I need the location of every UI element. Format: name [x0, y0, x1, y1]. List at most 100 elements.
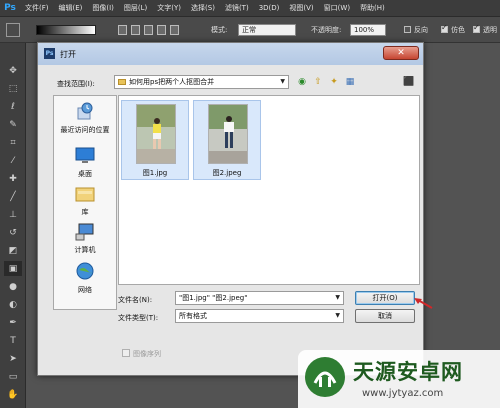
watermark: 天源安卓网 www.jytyaz.com [298, 350, 500, 408]
tool-panel: ✥ ⬚ ℓ ✎ ⌗ ⁄ ✚ ╱ ⊥ ↺ ◩ ▣ ● ◐ ✒ T ➤ ▭ ✋ [0, 43, 26, 408]
healing-brush-tool-icon[interactable]: ✚ [4, 171, 22, 186]
angle-gradient-button[interactable] [144, 25, 153, 35]
reverse-label: 反向 [414, 26, 428, 34]
file-thumbnail [136, 104, 176, 164]
dialog-titlebar[interactable]: Ps 打开 ✕ [38, 43, 423, 65]
folder-icon [118, 79, 126, 85]
eraser-tool-icon[interactable]: ◩ [4, 243, 22, 258]
cancel-button[interactable]: 取消 [355, 309, 415, 323]
watermark-url: www.jytyaz.com [362, 388, 444, 399]
dodge-tool-icon[interactable]: ◐ [4, 297, 22, 312]
dither-checkbox[interactable] [441, 23, 448, 33]
menu-image[interactable]: 图像(I) [87, 3, 119, 13]
place-library[interactable]: 库 [54, 184, 116, 217]
path-select-tool-icon[interactable]: ➤ [4, 351, 22, 366]
close-icon: ✕ [397, 48, 405, 58]
computer-icon [74, 222, 96, 242]
menu-bar: Ps 文件(F) 编辑(E) 图像(I) 图层(L) 文字(Y) 选择(S) 滤… [0, 0, 500, 17]
file-name: 图2.jpeg [212, 169, 242, 177]
file-thumbnail [208, 104, 248, 164]
file-list: 图1.jpg 图2.jpeg [118, 95, 420, 285]
reflected-gradient-button[interactable] [157, 25, 166, 35]
file-item[interactable]: 图1.jpg [121, 100, 189, 180]
watermark-logo-icon [305, 357, 345, 397]
place-label: 最近访问的位置 [60, 126, 110, 134]
place-recent[interactable]: 最近访问的位置 [54, 102, 116, 135]
photoshop-logo: Ps [4, 3, 16, 13]
filetype-label: 文件类型(T): [118, 314, 159, 322]
menu-view[interactable]: 视图(V) [284, 3, 318, 13]
filename-value: "图1.jpg" "图2.jpeg" [179, 294, 248, 302]
shape-tool-icon[interactable]: ▭ [4, 369, 22, 384]
hand-tool-icon[interactable]: ✋ [4, 387, 22, 402]
look-in-label: 查找范围(I): [57, 80, 95, 88]
gradient-tool-preset-icon[interactable] [6, 23, 20, 37]
menu-window[interactable]: 窗口(W) [319, 3, 355, 13]
opacity-value: 100% [354, 26, 375, 34]
menu-filter[interactable]: 滤镜(T) [220, 3, 254, 13]
view-menu-icon[interactable]: ▦ [344, 76, 356, 88]
clone-stamp-tool-icon[interactable]: ⊥ [4, 207, 22, 222]
history-brush-tool-icon[interactable]: ↺ [4, 225, 22, 240]
pen-tool-icon[interactable]: ✒ [4, 315, 22, 330]
filetype-value: 所有格式 [179, 312, 207, 320]
chevron-down-icon: ▼ [280, 78, 285, 85]
eyedropper-tool-icon[interactable]: ⁄ [4, 153, 22, 168]
mode-select[interactable]: 正常 [238, 24, 296, 36]
place-desktop[interactable]: 桌面 [54, 146, 116, 179]
menu-select[interactable]: 选择(S) [186, 3, 220, 13]
menu-type[interactable]: 文字(Y) [152, 3, 186, 13]
places-bar: 最近访问的位置 桌面 库 计算机 网络 [53, 95, 117, 310]
look-in-select[interactable]: 如何用ps把两个人抠图合并 ▼ [114, 75, 289, 89]
close-button[interactable]: ✕ [383, 46, 419, 60]
linear-gradient-button[interactable] [118, 25, 127, 35]
move-tool-icon[interactable]: ✥ [4, 63, 22, 78]
quick-select-tool-icon[interactable]: ✎ [4, 117, 22, 132]
chevron-down-icon: ▼ [335, 312, 340, 319]
filetype-select[interactable]: 所有格式 ▼ [175, 309, 344, 323]
opacity-input[interactable]: 100% [350, 24, 386, 36]
menu-3d[interactable]: 3D(D) [254, 4, 285, 12]
blur-tool-icon[interactable]: ● [4, 279, 22, 294]
menu-help[interactable]: 帮助(H) [355, 3, 390, 13]
network-icon [74, 262, 96, 282]
place-computer[interactable]: 计算机 [54, 222, 116, 255]
mode-label: 模式: [211, 26, 228, 34]
type-tool-icon[interactable]: T [4, 333, 22, 348]
diamond-gradient-button[interactable] [170, 25, 179, 35]
place-label: 桌面 [78, 170, 92, 178]
marquee-tool-icon[interactable]: ⬚ [4, 81, 22, 96]
library-icon [74, 184, 96, 204]
open-button[interactable]: 打开(O) [355, 291, 415, 305]
menu-file[interactable]: 文件(F) [20, 3, 54, 13]
menu-layer[interactable]: 图层(L) [119, 3, 152, 13]
mode-value: 正常 [242, 26, 256, 34]
crop-tool-icon[interactable]: ⌗ [4, 135, 22, 150]
open-dialog: Ps 打开 ✕ 查找范围(I): 如何用ps把两个人抠图合并 ▼ ◉ ⇧ ✦ ▦… [37, 42, 424, 376]
lasso-tool-icon[interactable]: ℓ [4, 99, 22, 114]
up-folder-icon[interactable]: ⇧ [312, 76, 324, 88]
transparency-checkbox[interactable] [473, 23, 480, 33]
look-in-value: 如何用ps把两个人抠图合并 [129, 78, 215, 86]
file-name: 图1.jpg [142, 169, 168, 177]
new-folder-icon[interactable]: ✦ [328, 76, 340, 88]
place-label: 库 [81, 208, 89, 216]
gradient-tool-icon[interactable]: ▣ [4, 261, 22, 276]
radial-gradient-button[interactable] [131, 25, 140, 35]
dither-label: 仿色 [451, 26, 465, 34]
reverse-checkbox[interactable] [404, 26, 411, 33]
place-label: 计算机 [74, 246, 96, 254]
place-network[interactable]: 网络 [54, 262, 116, 295]
menu-edit[interactable]: 编辑(E) [54, 3, 88, 13]
brush-tool-icon[interactable]: ╱ [4, 189, 22, 204]
image-sequence-checkbox[interactable] [122, 349, 130, 357]
back-icon[interactable]: ◉ [296, 76, 308, 88]
image-sequence-label: 图像序列 [133, 350, 161, 358]
file-item[interactable]: 图2.jpeg [193, 100, 261, 180]
options-bar: 模式: 正常 不透明度: 100% 反向 仿色 透明 [0, 17, 500, 43]
watermark-title: 天源安卓网 [353, 360, 463, 384]
camera-icon[interactable]: ⬛ [403, 76, 415, 88]
gradient-picker[interactable] [36, 25, 96, 35]
recent-places-icon [74, 102, 96, 122]
filename-input[interactable]: "图1.jpg" "图2.jpeg" ▼ [175, 291, 344, 305]
